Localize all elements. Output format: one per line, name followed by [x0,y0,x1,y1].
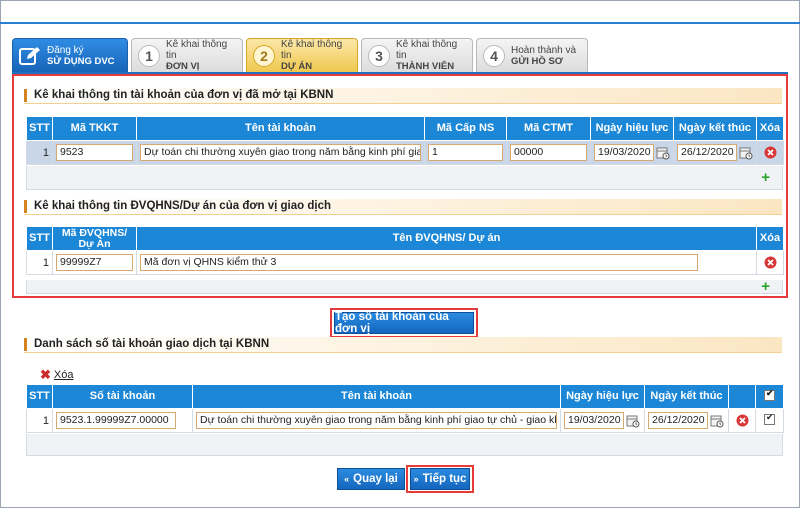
next-button-label: Tiếp tục [422,473,467,485]
accounts-table: STT Mã TKKT Tên tài khoản Mã Cấp NS Mã C… [26,116,784,165]
col-ma-cap-ns: Mã Cấp NS [424,116,507,141]
add-row-bar: + [26,279,783,294]
col-ten-tai-khoan: Tên tài khoản [192,384,561,409]
delete-row-icon[interactable] [764,146,777,159]
ngay-ket-thuc-input[interactable]: 26/12/2020 [648,412,708,429]
step-3-member[interactable]: 3 Kê khai thông tin THÀNH VIÊN [361,38,473,72]
row-stt: 1 [26,408,53,433]
step-line1: Kê khai thông tin [396,39,458,61]
col-xoa: Xóa [756,226,784,251]
step-number: 1 [138,44,160,67]
ngay-ket-thuc-input[interactable]: 26/12/2020 [677,144,737,161]
step-line2: GỬI HỒ SƠ [511,55,563,67]
col-stt: STT [26,116,53,141]
step-1-unit[interactable]: 1 Kê khai thông tin ĐƠN VỊ [131,38,243,72]
double-left-arrow-icon: « [344,474,350,484]
delete-row-icon[interactable] [736,414,749,427]
step-line1: Kê khai thông tin [166,39,228,61]
col-ten-tai-khoan: Tên tài khoản [136,116,425,141]
table-header: STT Mã ĐVQHNS/ Dự Án Tên ĐVQHNS/ Dự án X… [26,226,784,251]
so-tai-khoan-input[interactable]: 9523.1.99999Z7.00000 [56,412,176,429]
section2-title: Kê khai thông tin ĐVQHNS/Dự án của đơn v… [24,199,782,215]
step-2-project[interactable]: 2 Kê khai thông tin DỰ ÁN [246,38,358,72]
calendar-icon[interactable] [626,414,640,428]
section1-title: Kê khai thông tin tài khoản của đơn vị đ… [24,88,782,104]
step-number: 3 [368,44,390,67]
col-stt: STT [26,226,53,251]
step-line1: Đăng ký [47,44,84,56]
table-row[interactable]: 1 99999Z7 Mã đơn vị QHNS kiểm thử 3 [26,250,784,275]
col-ma-ctmt: Mã CTMT [506,116,591,141]
projects-table: STT Mã ĐVQHNS/ Dự Án Tên ĐVQHNS/ Dự án X… [26,226,784,275]
step-line1: Hoàn thành và [511,44,577,56]
step-4-submit[interactable]: 4 Hoàn thành và GỬI HỒ SƠ [476,38,588,72]
delete-label: Xóa [53,369,74,381]
table-header: STT Mã TKKT Tên tài khoản Mã Cấp NS Mã C… [26,116,784,141]
col-select-all [755,384,784,409]
col-ngay-ket-thuc: Ngày kết thúc [644,384,729,409]
create-account-number-button[interactable]: Tạo số tài khoản của đơn vị [334,311,474,335]
calendar-icon[interactable] [739,146,753,160]
back-button[interactable]: « Quay lại [337,468,405,490]
row-stt: 1 [26,140,53,165]
add-row-bar: + [26,166,783,190]
step-line2: THÀNH VIÊN [396,61,455,72]
double-right-arrow-icon: » [413,474,419,484]
ngay-hieu-luc-input[interactable]: 19/03/2020 [594,144,654,161]
calendar-icon[interactable] [710,414,724,428]
step-line2: DỰ ÁN [281,61,313,72]
ten-tai-khoan-input[interactable]: Dự toán chi thường xuyên giao trong năm … [140,144,421,161]
section3-title: Danh sách số tài khoản giao dịch tại KBN… [24,337,782,353]
row-checkbox[interactable] [764,412,775,425]
ngay-hieu-luc-input[interactable]: 19/03/2020 [564,412,624,429]
delete-toolbar[interactable]: ✖ Xóa [40,367,73,383]
col-delete [728,384,756,409]
delete-row-icon[interactable] [764,256,777,269]
transaction-accounts-table: STT Số tài khoản Tên tài khoản Ngày hiệu… [26,384,784,433]
col-so-tai-khoan: Số tài khoản [52,384,193,409]
ten-tai-khoan-input[interactable]: Dự toán chi thường xuyên giao trong năm … [196,412,557,429]
step-number: 4 [483,44,505,67]
step-line1: Kê khai thông tin [281,39,343,61]
ma-tkkt-input[interactable]: 9523 [56,144,133,161]
calendar-icon[interactable] [656,146,670,160]
step-register[interactable]: Đăng ký SỬ DỤNG DVC [12,38,128,72]
col-ngay-hieu-luc: Ngày hiệu lực [560,384,645,409]
step-line2: ĐƠN VỊ [166,61,200,72]
select-all-checkbox[interactable] [764,388,775,401]
back-button-label: Quay lại [353,473,398,485]
col-ngay-ket-thuc: Ngày kết thúc [673,116,757,141]
table-row[interactable]: 1 9523 Dự toán chi thường xuyên giao tro… [26,140,784,165]
top-divider [0,22,800,24]
ma-cap-ns-input[interactable]: 1 [428,144,503,161]
step-line2: SỬ DỤNG DVC [47,55,115,67]
table-footer [26,434,783,456]
step-tabs: Đăng ký SỬ DỤNG DVC 1 Kê khai thông tin … [12,38,591,72]
row-stt: 1 [26,250,53,275]
col-ngay-hieu-luc: Ngày hiệu lực [590,116,674,141]
table-row[interactable]: 1 9523.1.99999Z7.00000 Dự toán chi thườn… [26,408,784,433]
col-ten-dvqhns: Tên ĐVQHNS/ Dự án [136,226,757,251]
table-header: STT Số tài khoản Tên tài khoản Ngày hiệu… [26,384,784,409]
col-xoa: Xóa [756,116,784,141]
add-row-icon[interactable]: + [761,170,770,185]
col-stt: STT [26,384,53,409]
col-ma-tkkt: Mã TKKT [52,116,137,141]
next-button[interactable]: » Tiếp tục [410,468,470,490]
col-ma-dvqhns: Mã ĐVQHNS/ Dự Án [52,226,137,251]
delete-icon: ✖ [40,367,51,382]
edit-form-icon [19,46,40,65]
step-number: 2 [253,44,275,67]
add-row-icon[interactable]: + [761,279,770,294]
ma-ctmt-input[interactable]: 00000 [510,144,587,161]
ma-dvqhns-input[interactable]: 99999Z7 [56,254,133,271]
ten-dvqhns-input[interactable]: Mã đơn vị QHNS kiểm thử 3 [140,254,698,271]
